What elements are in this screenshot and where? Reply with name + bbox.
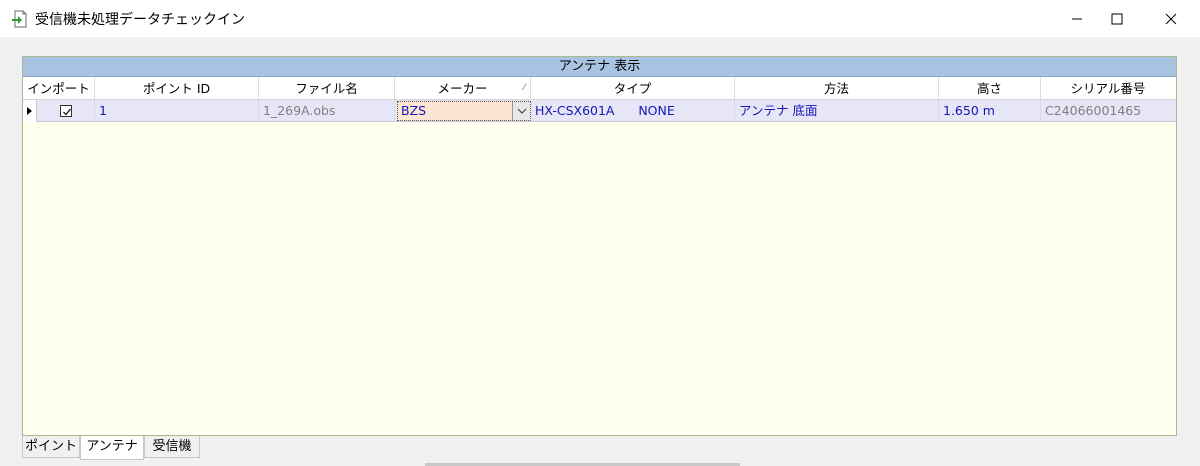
antenna-panel: アンテナ 表示 インポート ポイント ID ファイル名 メーカー ⁄ タイプ 方…	[22, 56, 1177, 436]
column-header-height[interactable]: 高さ	[939, 77, 1041, 100]
checkmark-icon	[63, 108, 71, 116]
column-header-file-name[interactable]: ファイル名	[259, 77, 395, 100]
column-header-maker[interactable]: メーカー ⁄	[395, 77, 531, 100]
close-icon	[1165, 13, 1177, 24]
height-cell[interactable]: 1.650 m	[939, 100, 1041, 122]
title-bar: 受信機未処理データチェックイン	[0, 0, 1200, 37]
import-cell	[37, 100, 95, 122]
column-header-method[interactable]: 方法	[735, 77, 939, 100]
column-header-import[interactable]: インポート	[23, 77, 95, 100]
group-header: アンテナ 表示	[23, 57, 1176, 77]
row-pointer-icon	[23, 100, 37, 122]
maker-dropdown-value: BZS	[401, 103, 427, 118]
table-row[interactable]: 1 1_269A.obs BZS HX-CSX601A NONE アンテナ 底面…	[23, 100, 1176, 122]
minimize-icon	[1072, 18, 1082, 19]
column-header-point-id[interactable]: ポイント ID	[95, 77, 259, 100]
file-name-cell: 1_269A.obs	[259, 100, 395, 122]
window-title: 受信機未処理データチェックイン	[35, 12, 245, 28]
serial-cell: C24066001465	[1045, 103, 1142, 118]
maker-dropdown[interactable]: BZS	[397, 101, 531, 121]
sort-indicator-icon: ⁄	[523, 83, 525, 93]
tab-point[interactable]: ポイント	[22, 436, 80, 458]
maker-dropdown-button[interactable]	[512, 102, 530, 120]
import-checkbox[interactable]	[60, 105, 72, 117]
method-cell[interactable]: アンテナ 底面	[735, 100, 939, 122]
close-button[interactable]	[1148, 0, 1194, 37]
point-id-cell[interactable]: 1	[95, 100, 259, 122]
column-header-serial[interactable]: シリアル番号	[1041, 77, 1175, 100]
column-header-maker-label: メーカー	[437, 81, 488, 96]
grid-header-row: インポート ポイント ID ファイル名 メーカー ⁄ タイプ 方法 高さ シリア…	[23, 77, 1176, 100]
chevron-down-icon	[517, 108, 526, 114]
checkin-document-icon	[11, 10, 27, 28]
maximize-button[interactable]	[1094, 0, 1140, 37]
maximize-icon	[1111, 13, 1123, 24]
tab-receiver[interactable]: 受信機	[144, 436, 200, 458]
tab-antenna[interactable]: アンテナ	[80, 436, 144, 460]
column-header-type[interactable]: タイプ	[531, 77, 735, 100]
type-cell[interactable]: HX-CSX601A NONE	[531, 100, 735, 122]
